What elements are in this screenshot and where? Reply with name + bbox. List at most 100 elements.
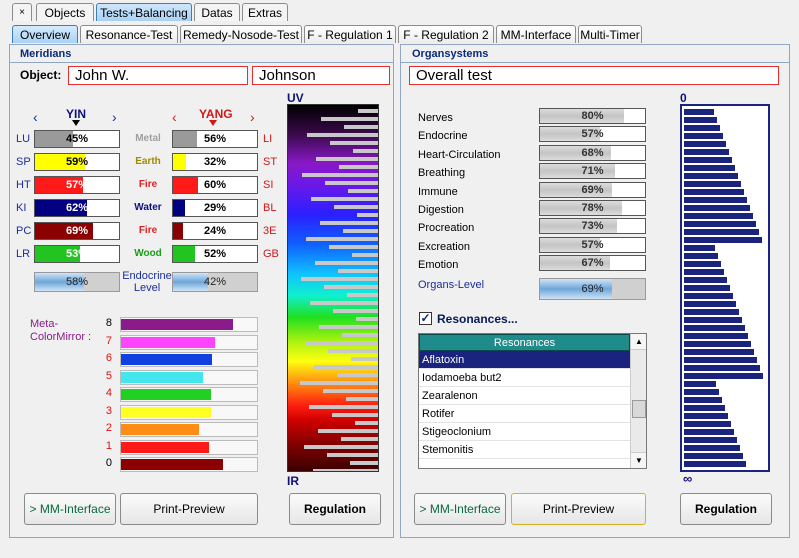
yin-meridian-bar: 62% [34, 199, 120, 217]
yang-meridian-label: 3E [263, 225, 277, 237]
scale-line [684, 421, 731, 427]
organ-bar: 68% [539, 144, 646, 161]
spectrum-line [352, 253, 378, 257]
organ-value: 78% [581, 202, 604, 214]
mm-interface-button-left-label: > MM-Interface [29, 502, 111, 516]
yin-nav-left[interactable]: ‹ [33, 109, 38, 125]
subtab-remedy-nosode-test[interactable]: Remedy-Nosode-Test [180, 25, 302, 43]
endocrine-level-label: Endocrine Level [122, 270, 172, 294]
yin-meridian-bar: 45% [34, 130, 120, 148]
element-label: Fire [138, 179, 158, 190]
print-preview-button-right[interactable]: Print-Preview [511, 493, 646, 525]
organ-label: Immune [418, 185, 458, 198]
meridians-title: Meridians [20, 48, 72, 60]
scale-line [684, 285, 730, 291]
mm-interface-button-right-label: > MM-Interface [419, 502, 501, 516]
mm-interface-button-right[interactable]: > MM-Interface [414, 493, 506, 525]
spectrum-line [311, 197, 378, 201]
spectrum-line [358, 109, 378, 113]
scale-line [684, 197, 747, 203]
yang-meridian-bar: 56% [172, 130, 258, 148]
colormirror-bar [120, 334, 258, 350]
subtab-f-regulation-2[interactable]: F - Regulation 2 [398, 25, 494, 43]
tab-extras[interactable]: Extras [242, 3, 288, 21]
scale-line [684, 205, 750, 211]
scale-line [684, 109, 714, 115]
yin-marker-icon [72, 120, 80, 126]
resonance-item[interactable]: Stigeoclonium [419, 423, 630, 441]
spectrum-line [346, 397, 378, 401]
scale-line [684, 141, 726, 147]
resonance-item[interactable]: Zearalenon [419, 387, 630, 405]
resonance-item[interactable]: Stemonitis [419, 441, 630, 459]
tab-tests-balancing[interactable]: Tests+Balancing [96, 3, 192, 21]
spectrum-line [353, 149, 378, 153]
yang-meridian-label: ST [263, 156, 278, 168]
organ-label: Procreation [418, 222, 475, 235]
yang-nav-right[interactable]: › [250, 109, 255, 125]
subtab-mm-interface-label: MM-Interface [500, 27, 572, 42]
scale-line [684, 269, 724, 275]
scale-bottom-label: ∞ [683, 471, 693, 486]
yang-meridian-bar: 52% [172, 245, 258, 263]
regulation-button-left-label: Regulation [304, 502, 366, 516]
resonances-scrollbar[interactable]: ▲ ▼ [630, 334, 646, 468]
resonance-item[interactable]: Aflatoxin [419, 351, 630, 369]
spectrum-line [334, 205, 378, 209]
scale-line [684, 261, 721, 267]
organ-label: Emotion [418, 259, 459, 272]
scroll-up-icon[interactable]: ▲ [631, 334, 646, 350]
yang-marker-icon [209, 120, 217, 126]
organ-value: 57% [581, 128, 604, 141]
spectrum-line [350, 461, 378, 465]
scroll-thumb[interactable] [632, 400, 646, 418]
regulation-button-right[interactable]: Regulation [680, 493, 772, 525]
yang-meridian-label: LI [263, 133, 273, 145]
organ-label: Breathing [418, 167, 466, 180]
subtab-f-regulation-1[interactable]: F - Regulation 1 [304, 25, 396, 43]
scale-line [684, 157, 732, 163]
print-preview-button-left[interactable]: Print-Preview [120, 493, 258, 525]
uv-label: UV [287, 91, 304, 105]
meridians-title-rule [10, 62, 393, 63]
tab-close[interactable]: × [12, 3, 32, 21]
scroll-down-icon[interactable]: ▼ [631, 452, 646, 468]
first-name-field[interactable]: John W. [68, 66, 248, 85]
scale-line [684, 173, 738, 179]
subtab-overview[interactable]: Overview [12, 25, 78, 43]
resonance-item[interactable]: Rotifer [419, 405, 630, 423]
mm-interface-button-left[interactable]: > MM-Interface [24, 493, 116, 525]
scale-line [684, 365, 760, 371]
spectrum-line [305, 341, 378, 345]
scale-line [684, 453, 743, 459]
scale-line [684, 381, 716, 387]
yang-nav-left[interactable]: ‹ [172, 109, 177, 125]
resonances-list[interactable]: Resonances Aflatoxin Iodamoeba but2 Zearal… [418, 333, 647, 469]
colormirror-number: 8 [105, 317, 112, 329]
resonances-checkbox[interactable]: ✓ [419, 312, 432, 325]
organ-bar: 57% [539, 126, 646, 143]
subtab-mm-interface[interactable]: MM-Interface [496, 25, 576, 43]
organ-bar: 57% [539, 236, 646, 253]
spectrum-line [343, 229, 378, 233]
resonance-item[interactable]: Iodamoeba but2 [419, 369, 630, 387]
tab-datas[interactable]: Datas [194, 3, 240, 21]
yin-nav-right[interactable]: › [112, 109, 117, 125]
regulation-button-left[interactable]: Regulation [289, 493, 381, 525]
ir-label: IR [287, 474, 299, 488]
scale-line [684, 389, 719, 395]
spectrum-line [328, 349, 378, 353]
scale-line [684, 245, 715, 251]
yang-meridian-value: 52% [203, 248, 227, 260]
tab-objects[interactable]: Objects [36, 3, 94, 21]
subtab-multi-timer[interactable]: Multi-Timer [578, 25, 642, 43]
close-icon: × [19, 7, 25, 18]
scale-line [684, 117, 717, 123]
tab-objects-label: Objects [44, 5, 86, 20]
subtab-f-regulation-2-label: F - Regulation 2 [403, 27, 489, 42]
last-name-field[interactable]: Johnson [252, 66, 390, 85]
colormirror-number: 6 [105, 352, 112, 364]
test-name-field[interactable]: Overall test [409, 66, 779, 85]
subtab-resonance-test[interactable]: Resonance-Test [80, 25, 178, 43]
organ-label: Endocrine [418, 130, 468, 143]
